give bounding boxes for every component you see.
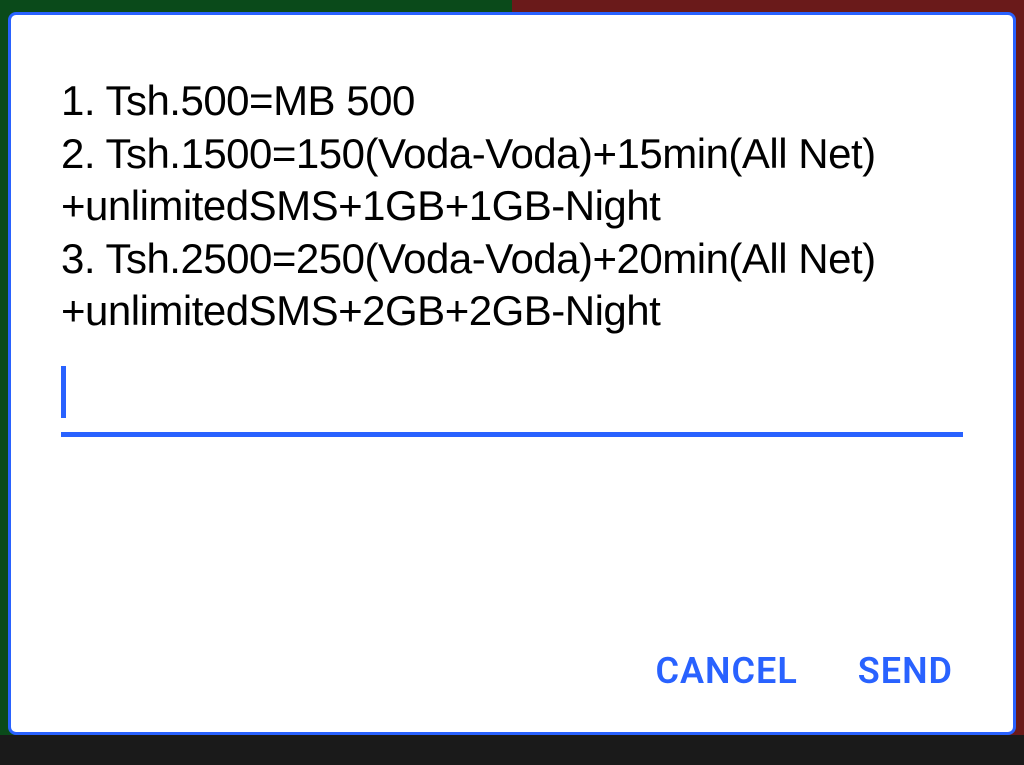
- bottom-nav-strip: [0, 735, 1024, 765]
- reply-input[interactable]: [61, 366, 963, 437]
- cancel-button[interactable]: CANCEL: [655, 650, 797, 692]
- reply-input-row: [61, 366, 963, 437]
- text-cursor: [61, 366, 66, 418]
- send-button[interactable]: SEND: [858, 650, 953, 692]
- ussd-dialog: 1. Tsh.500=MB 500 2. Tsh.1500=150(Voda-V…: [8, 12, 1016, 735]
- dialog-buttons: CANCEL SEND: [61, 610, 963, 702]
- ussd-message-text: 1. Tsh.500=MB 500 2. Tsh.1500=150(Voda-V…: [61, 75, 963, 338]
